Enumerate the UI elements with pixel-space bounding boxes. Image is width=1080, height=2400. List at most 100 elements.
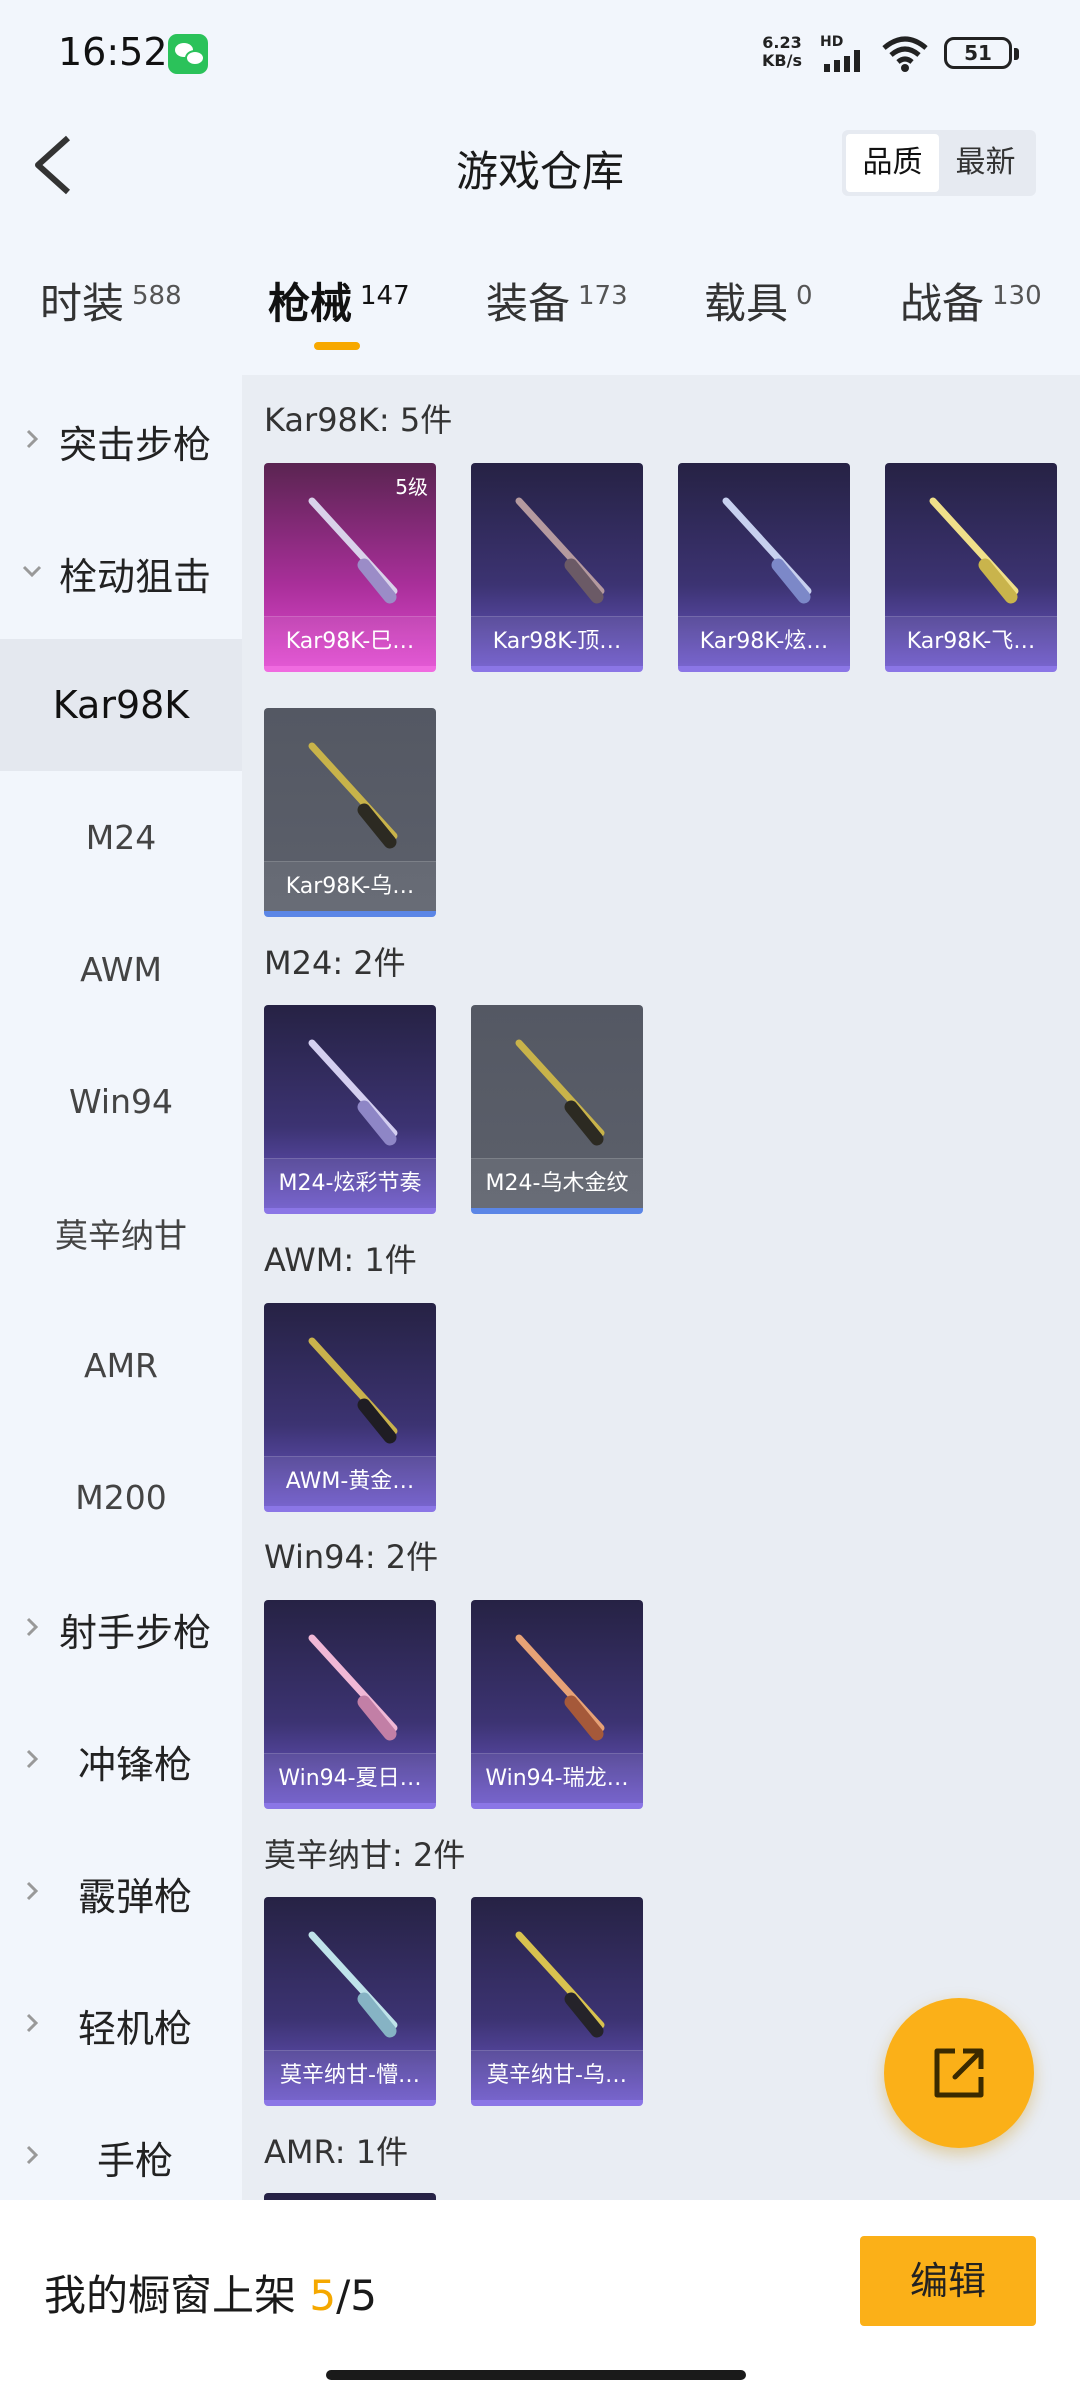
tab-label: 载具: [704, 279, 789, 328]
chevron-right-icon: [26, 2013, 39, 2033]
sidebar-item-label: AWM: [80, 949, 162, 989]
network-speed-unit: KB/s: [762, 51, 802, 70]
tab-label: 战备: [900, 279, 985, 328]
skin-card[interactable]: Kar98K-顶…: [471, 463, 643, 672]
section-title: M24: 2件: [264, 944, 406, 982]
sidebar-item-bolt-action[interactable]: 栓动狙击: [0, 507, 242, 639]
rifle-icon: [722, 497, 812, 604]
rifle-icon: [929, 497, 1019, 604]
skin-name: M24-炫彩节奏: [264, 1158, 436, 1208]
chevron-right-icon: [26, 2145, 39, 2165]
section-title: AMR: 1件: [264, 2133, 409, 2171]
active-tab-indicator: [314, 342, 360, 350]
sidebar-item-label: 霰弹枪: [77, 1874, 192, 1919]
tab-firearms[interactable]: 枪械 147: [268, 270, 410, 331]
sidebar-item-mosin-nagant[interactable]: 莫辛纳甘: [0, 1167, 242, 1299]
wechat-notification-icon: [168, 34, 208, 74]
sidebar-item-label: 射手步枪: [58, 1610, 211, 1655]
tab-label: 时装: [40, 279, 125, 328]
skin-card[interactable]: Win94-瑞龙…: [471, 1600, 643, 1809]
skin-card[interactable]: M24-乌木金纹: [471, 1005, 643, 1214]
section-title: 莫辛纳甘: 2件: [264, 1836, 466, 1874]
skin-name: AWM-黄金…: [264, 1456, 436, 1506]
bottom-bar: 我的橱窗上架 5/5 编辑: [0, 2200, 1080, 2400]
edit-button[interactable]: 编辑: [860, 2236, 1036, 2326]
sidebar-item-m24[interactable]: M24: [0, 771, 242, 903]
home-indicator[interactable]: [326, 2370, 746, 2380]
skin-name: M24-乌木金纹: [471, 1158, 643, 1208]
tab-fashion[interactable]: 时装 588: [40, 270, 182, 331]
header: 游戏仓库 品质 最新: [0, 100, 1080, 230]
sidebar-item-lmg[interactable]: 轻机枪: [0, 1959, 242, 2091]
sidebar-item-label: 莫辛纳甘: [55, 1216, 187, 1255]
tab-vehicles[interactable]: 载具 0: [704, 270, 813, 331]
chevron-right-icon: [26, 1881, 39, 1901]
category-tabs: 时装 588 枪械 147 装备 173 载具 0 战备 130: [0, 230, 1080, 375]
rifle-icon: [308, 1337, 398, 1444]
section-title: AWM: 1件: [264, 1241, 417, 1279]
skin-card[interactable]: M24-炫彩节奏: [264, 1005, 436, 1214]
sidebar-item-label: Win94: [69, 1081, 173, 1121]
battery-level: 51: [964, 41, 992, 65]
skin-card[interactable]: 莫辛纳甘-懵…: [264, 1897, 436, 2106]
sidebar-item-marksman-rifles[interactable]: 射手步枪: [0, 1563, 242, 1695]
sidebar-item-amr[interactable]: AMR: [0, 1299, 242, 1431]
showcase-current-count: 5: [309, 2271, 337, 2320]
skin-card[interactable]: Kar98K-炫…: [678, 463, 850, 672]
tab-count: 588: [132, 281, 182, 311]
skin-name: Kar98K-炫…: [678, 616, 850, 666]
tab-battle-gear[interactable]: 战备 130: [900, 270, 1042, 331]
sidebar-item-label: M24: [85, 817, 157, 857]
wifi-icon: [880, 34, 930, 74]
sidebar-item-kar98k[interactable]: Kar98K: [0, 639, 242, 771]
sidebar-item-label: Kar98K: [52, 683, 190, 727]
rifle-icon: [308, 1931, 398, 2038]
sidebar-item-smg[interactable]: 冲锋枪: [0, 1695, 242, 1827]
skin-name: Win94-夏日…: [264, 1753, 436, 1803]
section-title: Win94: 2件: [264, 1538, 439, 1576]
rifle-icon: [308, 742, 398, 849]
sidebar-item-label: M200: [75, 1477, 167, 1517]
skin-card[interactable]: Kar98K-飞…: [885, 463, 1057, 672]
rifle-icon: [308, 1039, 398, 1146]
sidebar-item-awm[interactable]: AWM: [0, 903, 242, 1035]
showcase-status: 我的橱窗上架 5/5: [44, 2262, 377, 2323]
sidebar-item-label: AMR: [84, 1345, 158, 1385]
skin-name: Kar98K-顶…: [471, 616, 643, 666]
skin-card[interactable]: Win94-夏日…: [264, 1600, 436, 1809]
tab-count: 173: [578, 281, 628, 311]
skin-name: Kar98K-巳…: [264, 616, 436, 666]
rifle-icon: [515, 497, 605, 604]
tab-label: 枪械: [268, 279, 353, 328]
skin-card[interactable]: Kar98K-乌…: [264, 708, 436, 917]
skin-card[interactable]: 5级 Kar98K-巳…: [264, 463, 436, 672]
skin-card[interactable]: AWM-黄金…: [264, 1303, 436, 1512]
tab-label: 装备: [486, 279, 571, 328]
sidebar-item-win94[interactable]: Win94: [0, 1035, 242, 1167]
tab-count: 0: [796, 281, 813, 311]
skin-name: 莫辛纳甘-懵…: [264, 2050, 436, 2100]
sidebar-item-m200[interactable]: M200: [0, 1431, 242, 1563]
skin-card[interactable]: [264, 2193, 436, 2200]
section-title: Kar98K: 5件: [264, 401, 453, 439]
network-speed: 6.23 KB/s: [762, 34, 802, 70]
sidebar-item-label: 手枪: [96, 2138, 173, 2183]
sort-by-newest[interactable]: 最新: [939, 134, 1032, 192]
showcase-total-count: /5: [336, 2271, 377, 2320]
sort-by-quality[interactable]: 品质: [846, 134, 939, 192]
battery-icon: 51: [944, 37, 1019, 69]
tab-equipment[interactable]: 装备 173: [486, 270, 628, 331]
showcase-label: 我的橱窗上架: [44, 2271, 297, 2320]
rifle-icon: [515, 1931, 605, 2038]
level-badge: 5级: [395, 475, 428, 499]
sidebar-item-assault-rifles[interactable]: 突击步枪: [0, 375, 242, 507]
status-time: 16:52: [58, 30, 168, 74]
rifle-icon: [515, 1634, 605, 1741]
tab-count: 147: [360, 281, 410, 311]
weapon-type-sidebar: 突击步枪 栓动狙击 Kar98K M24 AWM Win94 莫辛纳甘 AMR …: [0, 375, 242, 2200]
share-button[interactable]: [884, 1998, 1034, 2148]
sidebar-item-shotguns[interactable]: 霰弹枪: [0, 1827, 242, 1959]
skin-card[interactable]: 莫辛纳甘-乌…: [471, 1897, 643, 2106]
signal-icon: [824, 50, 860, 72]
skin-name: Kar98K-飞…: [885, 616, 1057, 666]
